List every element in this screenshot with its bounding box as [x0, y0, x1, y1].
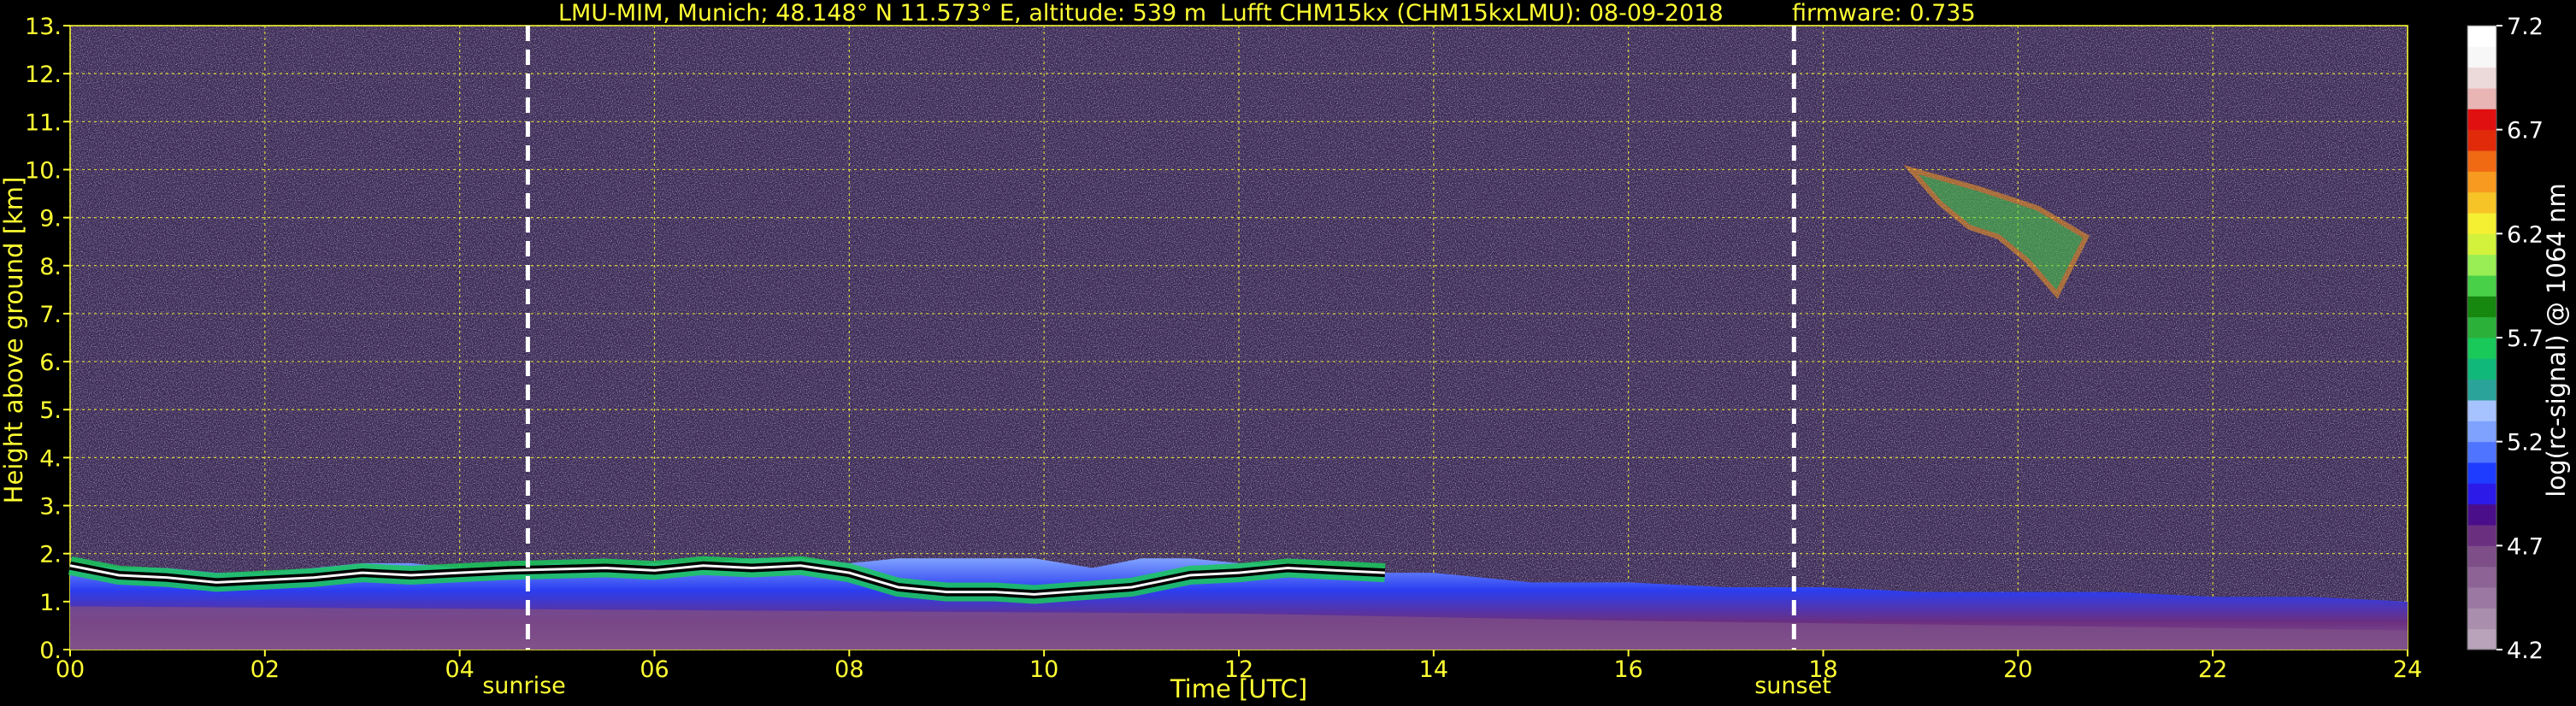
colorbar-segment: [2467, 46, 2496, 68]
y-tick-label: 7.: [39, 302, 62, 328]
y-tick-label: 9.: [39, 206, 62, 232]
y-tick-label: 0.: [39, 638, 62, 664]
colorbar-tick-label: 6.7: [2507, 118, 2544, 144]
y-tick-label: 10.: [25, 157, 62, 184]
colorbar-segment: [2467, 587, 2496, 609]
x-tick-label: 10: [1029, 656, 1058, 683]
y-tick-label: 1.: [39, 590, 62, 616]
sunrise-label: sunrise: [482, 673, 566, 699]
colorbar-tick-label: 4.2: [2507, 638, 2544, 664]
colorbar-segment: [2467, 316, 2496, 338]
colorbar-segment: [2467, 358, 2496, 380]
colorbar-segment: [2467, 545, 2496, 568]
colorbar-segment: [2467, 26, 2496, 47]
colorbar-tick-label: 6.2: [2507, 221, 2544, 248]
x-tick-label: 16: [1613, 656, 1642, 683]
colorbar-segment: [2467, 213, 2496, 234]
colorbar: 4.2 4.7 5.2 5.7 6.2 6.7 7.2: [2467, 14, 2544, 664]
colorbar-segment: [2467, 400, 2496, 421]
colorbar-segment: [2467, 233, 2496, 256]
chart-title: LMU-MIM, Munich; 48.148° N 11.573° E, al…: [558, 0, 1206, 26]
colorbar-segment: [2467, 483, 2496, 505]
colorbar-segment: [2467, 441, 2496, 463]
colorbar-segment: [2467, 421, 2496, 443]
y-tick-label: 12.: [25, 62, 62, 88]
colorbar-segment: [2467, 628, 2496, 650]
colorbar-segment: [2467, 525, 2496, 546]
x-tick-label: 02: [251, 656, 280, 683]
y-tick-label: 5.: [39, 397, 62, 424]
colorbar-segment: [2467, 254, 2496, 276]
colorbar-tick-label: 5.2: [2507, 430, 2544, 456]
colorbar-segment: [2467, 171, 2496, 193]
x-tick-label: 22: [2198, 656, 2227, 683]
y-axis-label: Height above ground [km]: [0, 177, 28, 504]
y-tick-label: 6.: [39, 350, 62, 376]
colorbar-tick-label: 4.7: [2507, 533, 2544, 560]
colorbar-segment: [2467, 191, 2496, 214]
x-tick-label: 14: [1419, 656, 1448, 683]
y-tick-label: 4.: [39, 445, 62, 472]
colorbar-segment: [2467, 338, 2496, 359]
colorbar-segment: [2467, 566, 2496, 588]
chart-title-firmware: firmware: 0.735: [1792, 0, 1976, 26]
colorbar-segment: [2467, 150, 2496, 172]
colorbar-segment: [2467, 129, 2496, 151]
colorbar-segment: [2467, 67, 2496, 89]
colorbar-tick-label: 7.2: [2507, 14, 2544, 40]
x-tick-label: 24: [2393, 656, 2422, 683]
colorbar-label: log(rc-signal) @ 1064 nm: [2542, 183, 2571, 497]
colorbar-tick-label: 5.7: [2507, 326, 2544, 352]
ceilometer-chart: 00 02 04 06 08 10 12 14 16 18 20 22 24 0.1.2.3.4.5.6…: [0, 0, 2571, 703]
y-axis-ticks: 0. 1. 2. 3. 4. 5. 6. 7. 8. 9. 10. 11. 12. 13.: [25, 14, 70, 664]
x-tick-label: 04: [445, 656, 474, 683]
sunset-label: sunset: [1754, 673, 1831, 699]
chart-title-instrument: Lufft CHM15kx (CHM15kxLMU): 08-09-2018: [1220, 0, 1724, 26]
colorbar-segment: [2467, 275, 2496, 297]
y-tick-label: 3.: [39, 494, 62, 521]
x-tick-label: 06: [640, 656, 669, 683]
x-tick-label: 08: [834, 656, 864, 683]
x-axis-label: Time [UTC]: [1170, 674, 1307, 703]
colorbar-segment: [2467, 503, 2496, 526]
colorbar-segment: [2467, 462, 2496, 484]
colorbar-segment: [2467, 109, 2496, 131]
x-tick-label: 20: [2003, 656, 2032, 683]
y-tick-label: 8.: [39, 254, 62, 280]
colorbar-segment: [2467, 88, 2496, 109]
colorbar-segment: [2467, 379, 2496, 401]
y-tick-label: 11.: [25, 109, 62, 136]
y-tick-label: 13.: [25, 14, 62, 40]
y-tick-label: 2.: [39, 542, 62, 568]
colorbar-segment: [2467, 296, 2496, 318]
colorbar-segment: [2467, 608, 2496, 630]
